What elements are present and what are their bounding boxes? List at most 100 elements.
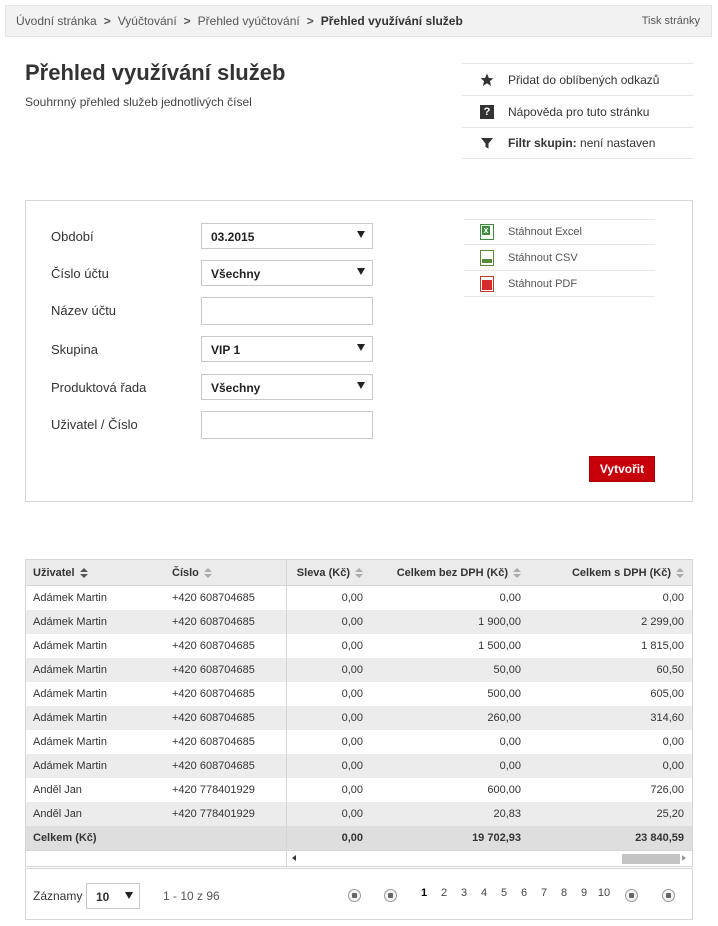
page-size-select[interactable]: 10 xyxy=(86,883,140,909)
cell-number: +420 778401929 xyxy=(172,784,255,796)
column-header-user[interactable]: Uživatel xyxy=(26,567,166,579)
group-filter-link[interactable]: Filtr skupin: není nastaven xyxy=(462,127,693,159)
page-number-9[interactable]: 9 xyxy=(574,887,594,899)
previous-page-icon[interactable] xyxy=(384,889,397,902)
table-row[interactable]: Adámek Martin +420 608704685 0,00 0,00 0… xyxy=(26,586,692,610)
help-label: Nápověda pro tuto stránku xyxy=(508,104,650,119)
download-excel-label: Stáhnout Excel xyxy=(508,226,582,238)
help-link[interactable]: ? Nápověda pro tuto stránku xyxy=(462,95,693,127)
page-number-8[interactable]: 8 xyxy=(554,887,574,899)
quick-links: Přidat do oblíbených odkazů ? Nápověda p… xyxy=(462,63,693,159)
table-row[interactable]: Adámek Martin +420 608704685 0,00 1 500,… xyxy=(26,634,692,658)
cell-user: Adámek Martin xyxy=(33,616,107,628)
cell-discount: 0,00 xyxy=(286,802,369,826)
period-row: Období 03.2015 xyxy=(51,223,373,249)
column-header-total-ex-vat[interactable]: Celkem bez DPH (Kč) xyxy=(369,567,529,579)
breadcrumb-billing-overview[interactable]: Přehled vyúčtování xyxy=(198,14,300,28)
user-number-row: Uživatel / Číslo xyxy=(51,411,373,439)
group-row: Skupina VIP 1 xyxy=(51,336,373,362)
page-number-10[interactable]: 10 xyxy=(594,887,614,899)
page-number-1[interactable]: 1 xyxy=(414,887,434,899)
account-number-row: Číslo účtu Všechny xyxy=(51,260,373,286)
create-button[interactable]: Vytvořit xyxy=(589,456,655,482)
table-row[interactable]: Anděl Jan +420 778401929 0,00 600,00 726… xyxy=(26,778,692,802)
product-line-label: Produktová řada xyxy=(51,380,147,395)
records-range: 1 - 10 z 96 xyxy=(163,889,220,903)
cell-number: +420 608704685 xyxy=(172,640,255,652)
user-number-input[interactable] xyxy=(201,411,373,439)
account-name-label: Název účtu xyxy=(51,303,117,318)
cell-user: Anděl Jan xyxy=(33,808,82,820)
breadcrumb-home[interactable]: Úvodní stránka xyxy=(16,14,97,28)
cell-user: Adámek Martin xyxy=(33,592,107,604)
breadcrumb-separator: > xyxy=(306,14,314,28)
cell-user: Adámek Martin xyxy=(33,736,107,748)
next-page-icon[interactable] xyxy=(625,889,638,902)
cell-total-ex-vat: 500,00 xyxy=(487,688,521,700)
print-page-link[interactable]: Tisk stránky xyxy=(642,15,700,27)
table-header-row: Uživatel Číslo Sleva (Kč) Celkem bez DPH… xyxy=(26,560,692,586)
table-row[interactable]: Adámek Martin +420 608704685 0,00 0,00 0… xyxy=(26,730,692,754)
add-favorite-link[interactable]: Přidat do oblíbených odkazů xyxy=(462,63,693,95)
cell-total-inc-vat: 314,60 xyxy=(650,712,684,724)
group-filter-value: není nastaven xyxy=(580,136,656,150)
page-number-2[interactable]: 2 xyxy=(434,887,454,899)
scrollbar-thumb[interactable] xyxy=(622,854,680,864)
cell-discount: 0,00 xyxy=(286,658,369,682)
page-size-value: 10 xyxy=(96,890,110,904)
page-number-4[interactable]: 4 xyxy=(474,887,494,899)
page-number-5[interactable]: 5 xyxy=(494,887,514,899)
table-row[interactable]: Adámek Martin +420 608704685 0,00 1 900,… xyxy=(26,610,692,634)
filter-panel: Období 03.2015 Číslo účtu Všechny Název … xyxy=(25,200,693,502)
total-ex-vat: 19 702,93 xyxy=(472,832,521,844)
column-header-total-inc-vat-label: Celkem s DPH (Kč) xyxy=(571,566,671,579)
scrollbar-fixed-area xyxy=(26,851,287,866)
scroll-left-icon[interactable] xyxy=(292,855,296,861)
scroll-right-icon[interactable] xyxy=(682,855,686,861)
breadcrumb-separator: > xyxy=(183,14,191,28)
cell-total-ex-vat: 1 900,00 xyxy=(478,616,521,628)
period-label: Období xyxy=(51,229,94,244)
period-select[interactable]: 03.2015 xyxy=(201,223,373,249)
account-name-row: Název účtu xyxy=(51,297,373,325)
cell-total-inc-vat: 0,00 xyxy=(662,760,684,772)
download-pdf-link[interactable]: Stáhnout PDF xyxy=(464,271,655,297)
product-line-select[interactable]: Všechny xyxy=(201,374,373,400)
download-csv-link[interactable]: Stáhnout CSV xyxy=(464,245,655,271)
table-row[interactable]: Adámek Martin +420 608704685 0,00 500,00… xyxy=(26,682,692,706)
cell-number: +420 608704685 xyxy=(172,616,255,628)
cell-discount: 0,00 xyxy=(286,754,369,778)
column-header-total-inc-vat[interactable]: Celkem s DPH (Kč) xyxy=(529,567,692,579)
cell-number: +420 608704685 xyxy=(172,688,255,700)
table-row[interactable]: Adámek Martin +420 608704685 0,00 0,00 0… xyxy=(26,754,692,778)
cell-total-inc-vat: 25,20 xyxy=(656,808,684,820)
cell-user: Adámek Martin xyxy=(33,664,107,676)
cell-user: Anděl Jan xyxy=(33,784,82,796)
last-page-icon[interactable] xyxy=(662,889,675,902)
group-filter-label: Filtr skupin: xyxy=(508,136,577,150)
usage-table: Uživatel Číslo Sleva (Kč) Celkem bez DPH… xyxy=(25,559,693,867)
horizontal-scrollbar[interactable] xyxy=(26,850,692,866)
column-header-discount[interactable]: Sleva (Kč) xyxy=(286,560,369,585)
account-number-select[interactable]: Všechny xyxy=(201,260,373,286)
cell-number: +420 608704685 xyxy=(172,592,255,604)
table-row[interactable]: Anděl Jan +420 778401929 0,00 20,83 25,2… xyxy=(26,802,692,826)
first-page-icon[interactable] xyxy=(348,889,361,902)
account-name-input[interactable] xyxy=(201,297,373,325)
page-number-6[interactable]: 6 xyxy=(514,887,534,899)
account-number-select-value: Všechny xyxy=(211,267,261,281)
download-excel-link[interactable]: Stáhnout Excel xyxy=(464,219,655,245)
cell-discount: 0,00 xyxy=(286,778,369,802)
table-row[interactable]: Adámek Martin +420 608704685 0,00 260,00… xyxy=(26,706,692,730)
breadcrumb-billing[interactable]: Vyúčtování xyxy=(118,14,177,28)
cell-discount: 0,00 xyxy=(286,706,369,730)
page-number-3[interactable]: 3 xyxy=(454,887,474,899)
download-csv-label: Stáhnout CSV xyxy=(508,251,578,264)
group-select[interactable]: VIP 1 xyxy=(201,336,373,362)
cell-user: Adámek Martin xyxy=(33,688,107,700)
column-header-number[interactable]: Číslo xyxy=(166,567,286,579)
page-number-7[interactable]: 7 xyxy=(534,887,554,899)
pdf-file-icon xyxy=(480,275,494,292)
table-row[interactable]: Adámek Martin +420 608704685 0,00 50,00 … xyxy=(26,658,692,682)
cell-number: +420 778401929 xyxy=(172,808,255,820)
